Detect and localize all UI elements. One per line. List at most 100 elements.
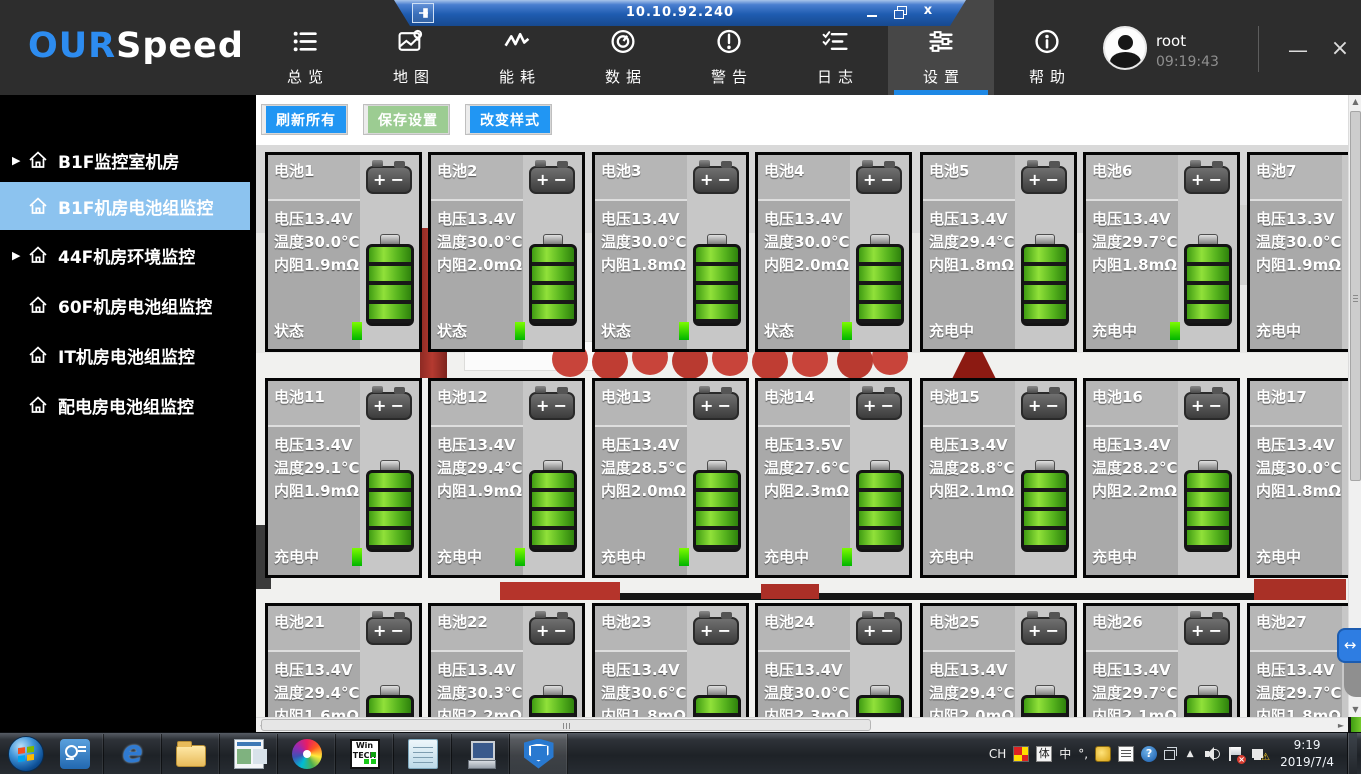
help-icon bbox=[1034, 28, 1061, 55]
taskbar-windows-explorer[interactable] bbox=[162, 734, 220, 774]
network-warning-icon[interactable]: ⚠ bbox=[1251, 746, 1267, 762]
sidebar-item-6[interactable]: 配电房电池组监控 bbox=[0, 385, 250, 425]
battery-card-电池11[interactable]: 电池11 +− 电压13.4V 温度29.1°C 内阻1.9mΩ 充电中 bbox=[265, 378, 422, 578]
resistance-line: 内阻1.8mΩ bbox=[1092, 254, 1177, 275]
battery-card-电池12[interactable]: 电池12 +− 电压13.4V 温度29.4°C 内阻1.9mΩ 充电中 bbox=[428, 378, 585, 578]
language-indicator[interactable]: CH bbox=[989, 747, 1006, 761]
rdp-minimize-button[interactable] bbox=[864, 3, 880, 21]
vertical-scrollbar-thumb[interactable] bbox=[1350, 111, 1361, 481]
change-style-button[interactable]: 改变样式 bbox=[466, 105, 551, 134]
battery-card-电池3[interactable]: 电池3 +− 电压13.4V 温度30.0°C 内阻1.8mΩ 状态 bbox=[592, 152, 749, 352]
nav-label-log: 日志 bbox=[782, 66, 888, 87]
horizontal-scrollbar[interactable]: ◄ ► bbox=[256, 717, 1348, 732]
battery-card-电池13[interactable]: 电池13 +− 电压13.4V 温度28.5°C 内阻2.0mΩ 充电中 bbox=[592, 378, 749, 578]
taskbar: e Win TECH CH 体 中 °, ? ▲ × ⚠ 9:19 2019/7/… bbox=[0, 732, 1361, 774]
battery-card-电池14[interactable]: 电池14 +− 电压13.5V 温度27.6°C 内阻2.3mΩ 充电中 bbox=[755, 378, 912, 578]
temperature-line: 温度30.0°C bbox=[274, 231, 360, 252]
ime-pinyin-icon[interactable] bbox=[1013, 746, 1029, 762]
tray-document-icon[interactable] bbox=[1118, 746, 1134, 762]
tray-tool-icon[interactable] bbox=[1095, 746, 1111, 762]
resistance-line: 内阻2.1mΩ bbox=[929, 480, 1014, 501]
taskbar-notepad-app[interactable] bbox=[394, 734, 452, 774]
scada-window-app-icon bbox=[234, 739, 264, 769]
sidebar-item-5[interactable]: IT机房电池组监控 bbox=[0, 335, 250, 375]
voltage-line: 电压13.4V bbox=[1092, 434, 1171, 455]
taskbar-workstation-app[interactable] bbox=[452, 734, 510, 774]
nav-item-help[interactable]: 帮助 bbox=[994, 0, 1100, 95]
battery-card-电池26[interactable]: 电池26 +− 电压13.4V 温度29.7°C 内阻2.1mΩ bbox=[1083, 603, 1240, 732]
battery-card-电池16[interactable]: 电池16 +− 电压13.4V 温度28.2°C 内阻2.2mΩ 充电中 bbox=[1083, 378, 1240, 578]
scroll-down-arrow-icon[interactable]: ▼ bbox=[1349, 703, 1361, 717]
ime-chinese-mode[interactable]: 中 bbox=[1059, 745, 1071, 762]
home-icon bbox=[28, 345, 50, 365]
app-minimize-button[interactable]: — bbox=[1284, 38, 1312, 62]
taskbar-apps: e Win TECH bbox=[46, 734, 568, 774]
taskbar-scada-window-app[interactable] bbox=[220, 734, 278, 774]
battery-card-电池24[interactable]: 电池24 +− 电压13.4V 温度30.0°C 内阻2.3mΩ bbox=[755, 603, 912, 732]
nav-item-overview[interactable]: 总览 bbox=[252, 0, 358, 95]
ime-punctuation[interactable]: °, bbox=[1078, 747, 1088, 761]
battery-terminal-icon: +− bbox=[1184, 617, 1230, 645]
taskbar-color-wheel-app[interactable] bbox=[278, 734, 336, 774]
battery-card-电池17[interactable]: 电池17 +− 电压13.4V 温度30.0°C 内阻1.8mΩ 充电中 bbox=[1247, 378, 1361, 578]
battery-card-电池15[interactable]: 电池15 +− 电压13.4V 温度28.8°C 内阻2.1mΩ 充电中 bbox=[920, 378, 1077, 578]
taskbar-internet-explorer[interactable]: e bbox=[104, 734, 162, 774]
taskbar-wintech-app[interactable]: Win TECH bbox=[336, 734, 394, 774]
battery-card-电池5[interactable]: 电池5 +− 电压13.4V 温度29.4°C 内阻1.8mΩ 充电中 bbox=[920, 152, 1077, 352]
horizontal-scrollbar-thumb[interactable] bbox=[261, 719, 871, 731]
battery-level-icon bbox=[856, 234, 904, 326]
battery-card-电池2[interactable]: 电池2 +− 电压13.4V 温度30.0°C 内阻2.0mΩ 状态 bbox=[428, 152, 585, 352]
show-desktop-button[interactable] bbox=[1347, 733, 1357, 774]
scroll-right-arrow-icon[interactable]: ► bbox=[1334, 718, 1348, 732]
user-avatar[interactable] bbox=[1103, 26, 1147, 70]
start-button[interactable] bbox=[6, 734, 46, 774]
battery-status: 充电中 bbox=[274, 546, 319, 567]
battery-card-电池7[interactable]: 电池7 +− 电压13.3V 温度30.0°C 内阻1.9mΩ 充电中 bbox=[1247, 152, 1361, 352]
battery-card-电池4[interactable]: 电池4 +− 电压13.4V 温度30.0°C 内阻2.0mΩ 状态 bbox=[755, 152, 912, 352]
rdp-restore-button[interactable] bbox=[892, 3, 908, 21]
scroll-up-arrow-icon[interactable]: ▲ bbox=[1349, 95, 1361, 109]
battery-name: 电池25 bbox=[929, 611, 980, 632]
tray-window-restore-icon[interactable] bbox=[1164, 750, 1175, 760]
rdp-connection-bar[interactable]: 10.10.92.240 x bbox=[378, 0, 982, 26]
status-indicator-icon bbox=[515, 548, 525, 566]
battery-level-icon bbox=[366, 460, 414, 552]
nav-label-data: 数据 bbox=[570, 66, 676, 87]
sidebar-item-3[interactable]: ▶ 44F机房环境监控 bbox=[0, 235, 250, 275]
status-indicator-icon bbox=[1170, 322, 1180, 340]
resistance-line: 内阻1.9mΩ bbox=[274, 254, 359, 275]
ime-shape-icon[interactable]: 体 bbox=[1036, 746, 1052, 762]
hidden-icons-arrow-icon[interactable]: ▲ bbox=[1182, 746, 1198, 762]
action-center-flag-icon[interactable]: × bbox=[1228, 746, 1244, 762]
sidebar-item-4[interactable]: 60F机房电池组监控 bbox=[0, 285, 250, 325]
battery-card-电池23[interactable]: 电池23 +− 电压13.4V 温度30.6°C 内阻1.8mΩ bbox=[592, 603, 749, 732]
battery-status: 充电中 bbox=[1256, 546, 1301, 567]
battery-level-icon bbox=[693, 460, 741, 552]
battery-card-电池22[interactable]: 电池22 +− 电压13.4V 温度30.3°C 内阻2.2mΩ bbox=[428, 603, 585, 732]
expand-arrow-icon[interactable]: ▶ bbox=[12, 154, 28, 167]
battery-card-电池1[interactable]: 电池1 +− 电压13.4V 温度30.0°C 内阻1.9mΩ 状态 bbox=[265, 152, 422, 352]
battery-name: 电池6 bbox=[1092, 160, 1132, 181]
logo-secondary: Speed bbox=[116, 26, 244, 66]
save-settings-button[interactable]: 保存设置 bbox=[364, 105, 449, 134]
vertical-scrollbar[interactable]: ▲ ▼ bbox=[1348, 95, 1361, 717]
battery-level-icon bbox=[856, 460, 904, 552]
taskbar-clock[interactable]: 9:19 2019/7/4 bbox=[1274, 737, 1340, 769]
taskbar-hmi-config-app[interactable] bbox=[46, 734, 104, 774]
volume-icon[interactable] bbox=[1205, 746, 1221, 762]
edge-panel-toggle[interactable]: ↔ bbox=[1337, 628, 1361, 663]
tray-help-icon[interactable]: ? bbox=[1141, 746, 1157, 762]
battery-card-电池6[interactable]: 电池6 +− 电压13.4V 温度29.7°C 内阻1.8mΩ 充电中 bbox=[1083, 152, 1240, 352]
temperature-line: 温度28.8°C bbox=[929, 457, 1015, 478]
sidebar-item-2[interactable]: B1F机房电池组监控 bbox=[0, 182, 250, 230]
rdp-close-button[interactable]: x bbox=[920, 3, 936, 21]
app-close-button[interactable]: × bbox=[1326, 36, 1354, 62]
sidebar-item-1[interactable]: ▶ B1F监控室机房 bbox=[0, 140, 250, 180]
expand-arrow-icon[interactable]: ▶ bbox=[12, 249, 28, 262]
battery-card-电池25[interactable]: 电池25 +− 电压13.4V 温度29.4°C 内阻2.0mΩ bbox=[920, 603, 1077, 732]
battery-card-电池21[interactable]: 电池21 +− 电压13.4V 温度29.4°C 内阻1.6mΩ bbox=[265, 603, 422, 732]
taskbar-monitor-shield-app[interactable] bbox=[510, 734, 568, 774]
status-indicator-icon bbox=[679, 322, 689, 340]
battery-status: 状态 bbox=[601, 320, 631, 341]
refresh-all-button[interactable]: 刷新所有 bbox=[262, 105, 347, 134]
